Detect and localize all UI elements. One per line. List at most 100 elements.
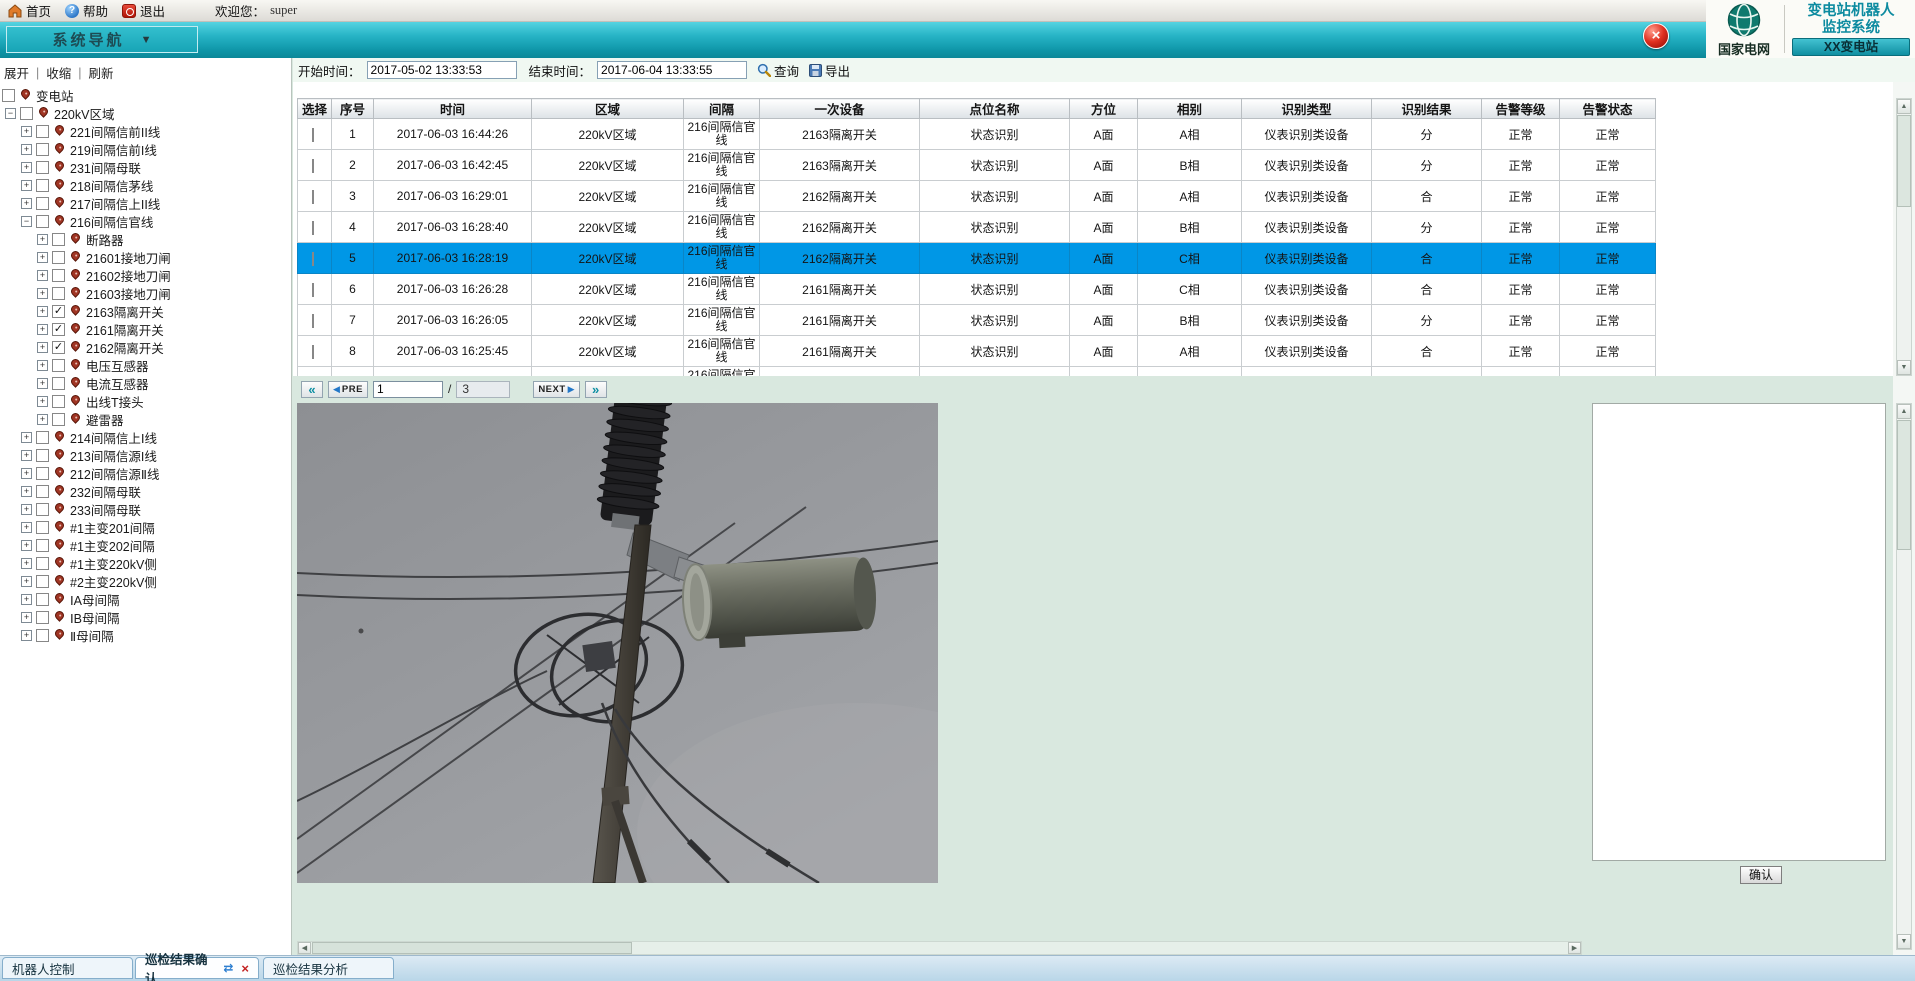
expand-all-link[interactable]: 展开 — [4, 63, 29, 82]
expand-toggle-icon[interactable]: + — [21, 522, 32, 533]
tree-checkbox[interactable] — [36, 521, 49, 534]
confirm-button[interactable]: 确认 — [1740, 866, 1782, 884]
end-time-input[interactable] — [597, 61, 747, 79]
tree-item-label[interactable]: 213间隔信源I线 — [70, 446, 157, 465]
expand-toggle-icon[interactable]: + — [37, 342, 48, 353]
tree-item-label[interactable]: 221间隔信前II线 — [70, 122, 160, 141]
tree-checkbox[interactable] — [36, 539, 49, 552]
tree-checkbox[interactable] — [36, 557, 49, 570]
tree-item-label[interactable]: 220kV区域 — [54, 104, 114, 123]
scroll-up-icon[interactable]: ▲ — [1897, 99, 1911, 114]
horizontal-scrollbar-thumb[interactable] — [312, 942, 632, 954]
tree-item-label[interactable]: 2161隔离开关 — [86, 320, 164, 339]
tree-item[interactable]: − 220kV区域 — [0, 104, 291, 122]
tree-item-label[interactable]: 电压互感器 — [86, 356, 149, 375]
expand-toggle-icon[interactable]: + — [37, 360, 48, 371]
tree-item-label[interactable]: #1主变202间隔 — [70, 536, 155, 555]
row-checkbox[interactable] — [312, 252, 314, 266]
expand-toggle-icon[interactable]: + — [21, 504, 32, 515]
tab-close-icon[interactable]: × — [241, 961, 249, 976]
tree-item[interactable]: +21601接地刀闸 — [0, 248, 291, 266]
table-row[interactable]: 82017-06-03 16:25:45220kV区域216间隔信官线2161隔… — [298, 336, 1656, 367]
tree-item[interactable]: +233间隔母联 — [0, 500, 291, 518]
table-row[interactable]: 42017-06-03 16:28:40220kV区域216间隔信官线2162隔… — [298, 212, 1656, 243]
expand-toggle-icon[interactable]: + — [21, 450, 32, 461]
tree-item[interactable]: +避雷器 — [0, 410, 291, 428]
tree-item[interactable]: +231间隔母联 — [0, 158, 291, 176]
tree-checkbox[interactable] — [36, 449, 49, 462]
expand-toggle-icon[interactable]: + — [21, 594, 32, 605]
tree-item[interactable]: + #1主变201间隔 — [0, 518, 291, 536]
collapse-toggle-icon[interactable]: − — [5, 108, 16, 119]
table-row[interactable]: 32017-06-03 16:29:01220kV区域216间隔信官线2162隔… — [298, 181, 1656, 212]
tree-checkbox[interactable] — [36, 197, 49, 210]
row-checkbox[interactable] — [312, 159, 314, 173]
expand-toggle-icon[interactable]: + — [21, 144, 32, 155]
tree-item-label[interactable]: #1主变220kV侧 — [70, 554, 157, 573]
tree-checkbox[interactable] — [20, 107, 33, 120]
expand-toggle-icon[interactable]: + — [37, 234, 48, 245]
scroll-down-icon[interactable]: ▼ — [1897, 360, 1911, 375]
expand-toggle-icon[interactable]: + — [21, 162, 32, 173]
expand-toggle-icon[interactable]: + — [37, 288, 48, 299]
tree-item[interactable]: +214间隔信上Ⅰ线 — [0, 428, 291, 446]
tree-item-label[interactable]: 233间隔母联 — [70, 500, 141, 519]
tree-item-label[interactable]: #2主变220kV侧 — [70, 572, 157, 591]
tree-item[interactable]: + #1主变220kV侧 — [0, 554, 291, 572]
expand-toggle-icon[interactable]: + — [21, 126, 32, 137]
expand-toggle-icon[interactable]: + — [21, 558, 32, 569]
table-row[interactable]: 62017-06-03 16:26:28220kV区域216间隔信官线2161隔… — [298, 274, 1656, 305]
tree-item[interactable]: + #1主变202间隔 — [0, 536, 291, 554]
table-row[interactable]: 12017-06-03 16:44:26220kV区域216间隔信官线2163隔… — [298, 119, 1656, 150]
query-button[interactable]: 查询 — [757, 61, 799, 80]
tree-item-label[interactable]: 2162隔离开关 — [86, 338, 164, 357]
tree-item-label[interactable]: ⅠA母间隔 — [70, 590, 120, 609]
table-row[interactable]: 22017-06-03 16:42:45220kV区域216间隔信官线2163隔… — [298, 150, 1656, 181]
tree-checkbox[interactable]: ✓ — [52, 341, 65, 354]
tree-item-label[interactable]: 避雷器 — [86, 410, 124, 429]
tree-item-label[interactable]: 214间隔信上Ⅰ线 — [70, 428, 157, 447]
table-scrollbar-thumb[interactable] — [1897, 115, 1911, 207]
system-navigation-button[interactable]: 系统导航 ▼ — [6, 26, 198, 53]
station-button[interactable]: XX变电站 — [1792, 38, 1910, 56]
home-menu-item[interactable]: 首页 — [8, 1, 51, 20]
scroll-up-icon[interactable]: ▲ — [1897, 404, 1911, 419]
table-row[interactable]: 72017-06-03 16:26:05220kV区域216间隔信官线2161隔… — [298, 305, 1656, 336]
tree-checkbox[interactable] — [52, 395, 65, 408]
expand-toggle-icon[interactable]: + — [21, 540, 32, 551]
tree-checkbox[interactable] — [36, 179, 49, 192]
tree-item[interactable]: +217间隔信上II线 — [0, 194, 291, 212]
tree-item[interactable]: +232间隔母联 — [0, 482, 291, 500]
row-checkbox[interactable] — [312, 314, 314, 328]
tree-item[interactable]: −216间隔信官线 — [0, 212, 291, 230]
tab-巡检结果确认[interactable]: 巡检结果确认⇄× — [135, 957, 259, 979]
tree-item[interactable]: +218间隔信茅线 — [0, 176, 291, 194]
tree-checkbox[interactable] — [2, 89, 15, 102]
tree-item[interactable]: +213间隔信源I线 — [0, 446, 291, 464]
tree-item-label[interactable]: 219间隔信前I线 — [70, 140, 157, 159]
next-page-button[interactable]: NEXT ▶ — [533, 381, 579, 398]
first-page-button[interactable]: « — [301, 381, 323, 398]
start-time-input[interactable] — [367, 61, 517, 79]
collapse-toggle-icon[interactable]: − — [21, 216, 32, 227]
tree-checkbox[interactable]: ✓ — [52, 305, 65, 318]
tree-item[interactable]: +219间隔信前I线 — [0, 140, 291, 158]
tree-item[interactable]: +21603接地刀闸 — [0, 284, 291, 302]
export-button[interactable]: 导出 — [809, 61, 850, 80]
refresh-link[interactable]: 刷新 — [89, 63, 114, 82]
tree-checkbox[interactable] — [36, 215, 49, 228]
row-checkbox[interactable] — [312, 221, 314, 235]
tree-item-label[interactable]: 231间隔母联 — [70, 158, 141, 177]
expand-toggle-icon[interactable]: + — [21, 198, 32, 209]
tree-item-label[interactable]: 217间隔信上II线 — [70, 194, 160, 213]
scroll-right-icon[interactable]: ▶ — [1568, 942, 1581, 954]
expand-toggle-icon[interactable]: + — [21, 630, 32, 641]
tree-checkbox[interactable] — [52, 287, 65, 300]
expand-toggle-icon[interactable]: + — [37, 324, 48, 335]
tree-item-label[interactable]: #1主变201间隔 — [70, 518, 155, 537]
tree-item-label[interactable]: 232间隔母联 — [70, 482, 141, 501]
table-scrollbar[interactable]: ▲ ▼ — [1896, 98, 1912, 376]
tree-checkbox[interactable] — [36, 503, 49, 516]
scroll-left-icon[interactable]: ◀ — [298, 942, 311, 954]
tree-checkbox[interactable] — [36, 431, 49, 444]
